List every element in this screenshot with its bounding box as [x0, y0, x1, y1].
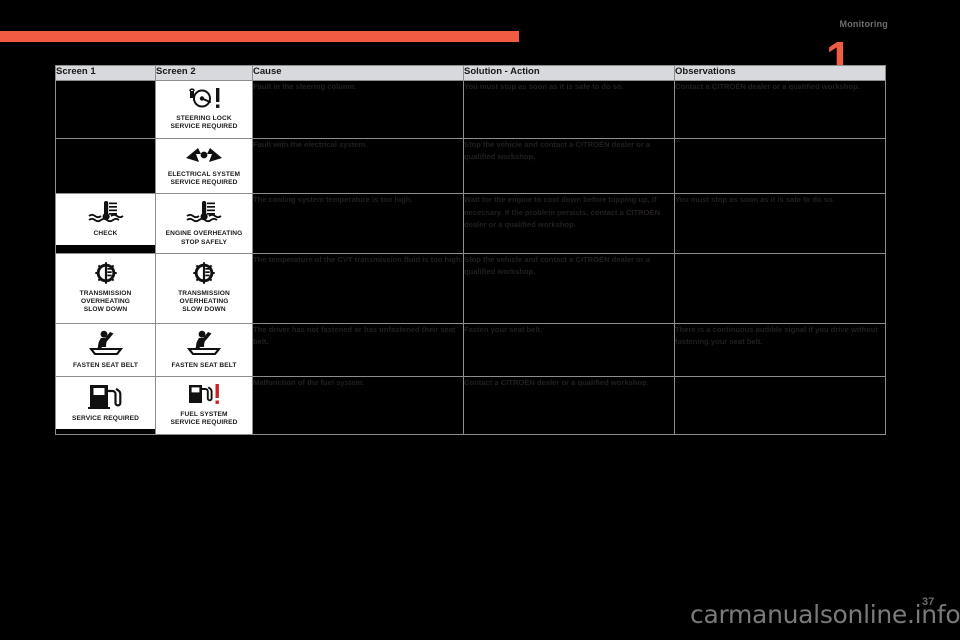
- cell-screen-1: FASTEN SEAT BELT: [55, 322, 156, 378]
- warning-lamp-tile-screen2-2: ENGINE OVERHEATING STOP SAFELY: [156, 194, 252, 253]
- fasten-seat-belt-icon: [58, 330, 153, 359]
- table-row: FASTEN SEAT BELT FASTEN SEAT BELT The dri…: [55, 322, 886, 378]
- chapter-label: Monitoring: [839, 19, 888, 29]
- table-row: CHECK ENGINE OVERHEATING STOP SAFELY The …: [55, 193, 886, 254]
- warning-lamp-caption: ENGINE OVERHEATING STOP SAFELY: [165, 230, 243, 246]
- warning-lamp-tile-screen2-1: ELECTRICAL SYSTEM SERVICE REQUIRED: [156, 138, 252, 194]
- table-header-row: Screen 1 Screen 2 Cause Solution - Actio…: [55, 65, 886, 81]
- column-header-solution-action: Solution - Action: [463, 65, 675, 81]
- warning-lamps-table-wrapper: Screen 1 Screen 2 Cause Solution - Actio…: [55, 65, 886, 435]
- fasten-seat-belt-icon: [158, 330, 250, 359]
- cell-solution-action: Contact a CITROËN dealer or a qualified …: [463, 376, 675, 435]
- coolant-temperature-warning-icon: [58, 200, 153, 227]
- cell-solution-action: Stop the vehicle and contact a CITROËN d…: [463, 137, 675, 195]
- warning-lamp-tile-screen2-0: STEERING LOCK SERVICE REQUIRED: [156, 81, 252, 138]
- table-header: Screen 1 Screen 2 Cause Solution - Actio…: [55, 65, 886, 81]
- table-row: TRANSMISSION OVERHEATING SLOW DOWN TRANS…: [55, 252, 886, 324]
- table-row: ELECTRICAL SYSTEM SERVICE REQUIRED Fault …: [55, 137, 886, 195]
- warning-lamps-table: Screen 1 Screen 2 Cause Solution - Actio…: [55, 65, 886, 435]
- cell-screen-1: [55, 137, 156, 195]
- electrical-system-warning-icon: [158, 145, 250, 168]
- transmission-overheating-icon: [58, 262, 153, 287]
- cell-screen-2: FUEL SYSTEM SERVICE REQUIRED: [155, 376, 253, 435]
- fuel-pump-service-icon: [58, 383, 153, 412]
- cell-cause: Fault in the steering column.: [252, 80, 464, 139]
- warning-lamp-caption: TRANSMISSION OVERHEATING SLOW DOWN: [79, 290, 132, 314]
- cell-observations: Contact a CITROËN dealer or a qualified …: [674, 80, 886, 139]
- cell-screen-2: ELECTRICAL SYSTEM SERVICE REQUIRED: [155, 137, 253, 195]
- warning-lamp-caption: CHECK: [93, 230, 118, 238]
- warning-lamp-tile-screen2-5: FUEL SYSTEM SERVICE REQUIRED: [156, 377, 252, 434]
- warning-lamp-caption: TRANSMISSION OVERHEATING SLOW DOWN: [178, 290, 230, 314]
- warning-lamp-tile-screen2-3: TRANSMISSION OVERHEATING SLOW DOWN: [156, 253, 252, 323]
- table-row: SERVICE REQUIRED FUEL SYSTEM SERVICE REQ…: [55, 376, 886, 435]
- warning-lamp-caption: FUEL SYSTEM SERVICE REQUIRED: [170, 411, 238, 427]
- transmission-overheating-icon: [158, 262, 250, 287]
- warning-lamp-tile-screen1-3: TRANSMISSION OVERHEATING SLOW DOWN: [56, 253, 155, 323]
- column-header-observations: Observations: [674, 65, 886, 81]
- cell-solution-action: Wait for the engine to cool down before …: [463, 193, 675, 254]
- warning-lamp-caption: FASTEN SEAT BELT: [72, 361, 139, 369]
- cell-screen-1: CHECK: [55, 193, 156, 254]
- cell-screen-2: TRANSMISSION OVERHEATING SLOW DOWN: [155, 252, 253, 324]
- cell-observations: [674, 376, 886, 435]
- column-header-screen-1: Screen 1: [55, 65, 156, 81]
- cell-solution-action: Stop the vehicle and contact a CITROËN d…: [463, 252, 675, 324]
- warning-lamp-tile-screen1-2: CHECK: [56, 194, 155, 245]
- cell-cause: The driver has not fastened or has unfas…: [252, 322, 464, 378]
- coolant-temperature-warning-icon: [158, 200, 250, 227]
- page-number: 37: [922, 596, 935, 608]
- cell-screen-1: SERVICE REQUIRED: [55, 376, 156, 435]
- cell-cause: The temperature of the CVT transmission …: [252, 252, 464, 324]
- cell-solution-action: You must stop as soon as it is safe to d…: [463, 80, 675, 139]
- cell-screen-2: ENGINE OVERHEATING STOP SAFELY: [155, 193, 253, 254]
- warning-lamp-tile-screen1-4: FASTEN SEAT BELT: [56, 323, 155, 377]
- chapter-accent-bar: [0, 31, 519, 42]
- cell-screen-2: STEERING LOCK SERVICE REQUIRED: [155, 80, 253, 139]
- cell-screen-1: TRANSMISSION OVERHEATING SLOW DOWN: [55, 252, 156, 324]
- warning-lamp-caption: ELECTRICAL SYSTEM SERVICE REQUIRED: [167, 170, 241, 187]
- site-watermark: carmanualsonline.info: [690, 600, 960, 629]
- cell-observations: You must stop as soon as it is safe to d…: [674, 193, 886, 254]
- warning-lamp-tile-screen1-5: SERVICE REQUIRED: [56, 377, 155, 430]
- cell-screen-2: FASTEN SEAT BELT: [155, 322, 253, 378]
- cell-observations: [674, 137, 886, 195]
- cell-cause: Malfunction of the fuel system.: [252, 376, 464, 435]
- warning-lamp-caption: SERVICE REQUIRED: [71, 415, 140, 423]
- cell-screen-1: [55, 80, 156, 139]
- cell-observations: [674, 252, 886, 324]
- column-header-cause: Cause: [252, 65, 464, 81]
- table-body: STEERING LOCK SERVICE REQUIRED Fault in t…: [55, 80, 886, 435]
- warning-lamp-caption: FASTEN SEAT BELT: [171, 361, 237, 369]
- column-header-screen-2: Screen 2: [155, 65, 253, 81]
- cell-cause: The cooling system temperature is too hi…: [252, 193, 464, 254]
- fuel-system-service-icon: [158, 383, 250, 408]
- warning-lamp-tile-screen2-4: FASTEN SEAT BELT: [156, 323, 252, 377]
- warning-lamp-caption: STEERING LOCK SERVICE REQUIRED: [170, 115, 238, 131]
- steering-lock-warning-icon: [158, 87, 250, 112]
- table-row: STEERING LOCK SERVICE REQUIRED Fault in t…: [55, 80, 886, 139]
- cell-cause: Fault with the electrical system.: [252, 137, 464, 195]
- cell-solution-action: Fasten your seat belt.: [463, 322, 675, 378]
- cell-observations: There is a continuous audible signal if …: [674, 322, 886, 378]
